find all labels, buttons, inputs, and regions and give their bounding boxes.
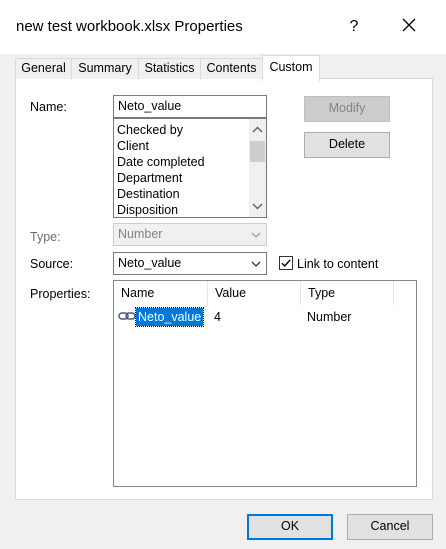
name-list-scrollbar[interactable] xyxy=(249,119,266,217)
list-item[interactable]: Date completed xyxy=(114,154,250,170)
type-select[interactable]: Number xyxy=(113,223,267,246)
checkmark-icon xyxy=(281,259,291,268)
source-value: Neto_value xyxy=(118,256,182,270)
column-header-value[interactable]: Value xyxy=(208,281,301,305)
properties-label: Properties: xyxy=(30,287,91,301)
table-row[interactable]: Neto_value 4 Number xyxy=(114,307,414,327)
link-to-content-checkbox[interactable] xyxy=(279,256,293,270)
properties-listview[interactable]: Name Value Type Neto_value 4 Number xyxy=(113,280,417,487)
source-select[interactable]: Neto_value xyxy=(113,252,267,275)
close-icon xyxy=(402,18,416,32)
list-item[interactable]: Disposition xyxy=(114,202,250,217)
property-value-cell: 4 xyxy=(214,310,221,324)
tab-contents[interactable]: Contents xyxy=(200,58,263,79)
list-item[interactable]: Client xyxy=(114,138,250,154)
modify-button[interactable]: Modify xyxy=(304,96,390,122)
name-input[interactable]: Neto_value xyxy=(113,95,267,118)
list-item[interactable]: Destination xyxy=(114,186,250,202)
help-button[interactable]: ? xyxy=(336,12,372,42)
list-item[interactable]: Department xyxy=(114,170,250,186)
tab-statistics[interactable]: Statistics xyxy=(138,58,201,79)
type-label: Type: xyxy=(30,230,61,244)
delete-button[interactable]: Delete xyxy=(304,132,390,158)
properties-header: Name Value Type xyxy=(114,281,416,305)
scroll-down-icon[interactable] xyxy=(249,201,266,217)
property-name-cell: Neto_value xyxy=(134,307,205,327)
type-value: Number xyxy=(118,227,163,241)
chevron-down-icon xyxy=(249,257,263,271)
list-item[interactable]: Checked by xyxy=(114,122,250,138)
scroll-thumb[interactable] xyxy=(250,141,265,162)
name-listbox[interactable]: Checked by Client Date completed Departm… xyxy=(113,118,267,218)
column-header-name[interactable]: Name xyxy=(114,281,208,305)
chevron-down-icon xyxy=(249,228,263,242)
column-header-type[interactable]: Type xyxy=(301,281,394,305)
link-to-content-label[interactable]: Link to content xyxy=(297,257,378,271)
link-property-icon xyxy=(118,310,136,325)
cancel-button[interactable]: Cancel xyxy=(347,514,433,540)
tab-general[interactable]: General xyxy=(15,58,72,79)
scroll-up-icon[interactable] xyxy=(249,123,266,139)
tab-custom[interactable]: Custom xyxy=(262,55,320,81)
ok-button[interactable]: OK xyxy=(247,514,333,540)
name-label: Name: xyxy=(30,100,67,114)
tab-summary[interactable]: Summary xyxy=(71,58,139,79)
property-type-cell: Number xyxy=(307,310,352,324)
name-list-items: Checked by Client Date completed Departm… xyxy=(114,122,250,217)
source-label: Source: xyxy=(30,257,74,271)
close-button[interactable] xyxy=(386,10,432,42)
window-title: new test workbook.xlsx Properties xyxy=(16,18,243,35)
